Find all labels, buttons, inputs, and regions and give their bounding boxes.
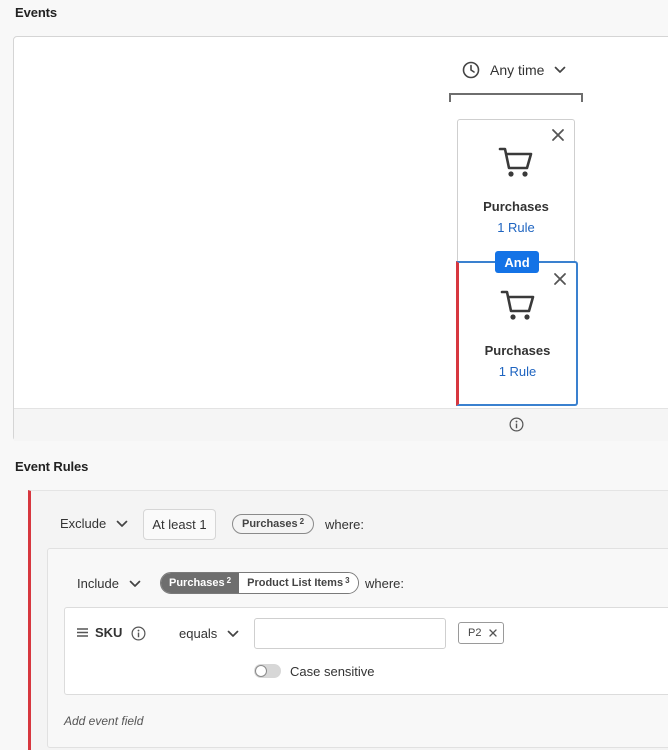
event-card-2[interactable]: Purchases 1 Rule [456,261,578,406]
where-label: where: [325,517,365,532]
close-icon[interactable] [551,128,565,142]
event-pill-badge: 2 [299,516,305,526]
segment-product-list-items[interactable]: Product List Items 3 [239,573,358,593]
add-event-field-link[interactable]: Add event field [64,714,143,728]
drag-handle-icon[interactable] [77,628,88,637]
segment-purchases[interactable]: Purchases 2 [161,573,240,593]
value-tag[interactable]: P2 [458,622,504,644]
segment-badge: 2 [226,575,232,585]
info-icon[interactable] [509,417,524,432]
segment-label: Product List Items [247,577,344,589]
case-sensitive-toggle[interactable] [254,664,281,678]
info-icon[interactable] [131,626,146,641]
event-card-name: Purchases [484,343,551,358]
time-filter-label: Any time [490,62,545,78]
field-name: SKU [95,625,123,640]
value-input[interactable] [254,618,446,649]
events-footer [14,408,668,441]
operator-label: equals [179,626,218,641]
event-pill[interactable]: Purchases 2 [232,514,315,534]
case-sensitive-label: Case sensitive [290,664,375,679]
chevron-down-icon [129,580,141,587]
segment-badge: 3 [345,575,350,585]
clock-icon [462,61,480,79]
time-filter-dropdown[interactable]: Any time [462,59,566,81]
and-connector-badge[interactable]: And [495,251,539,273]
chevron-down-icon [116,520,128,527]
event-card-name: Purchases [483,199,549,214]
exclude-dropdown[interactable]: Exclude [60,516,128,531]
operator-dropdown[interactable]: equals [179,626,239,641]
shopping-cart-icon [500,290,534,320]
chevron-down-icon [227,630,239,637]
include-label: Include [77,576,119,591]
count-selector-button[interactable]: At least 1 [143,509,216,540]
events-title: Events [15,5,58,20]
event-card-rule-link[interactable]: 1 Rule [459,364,576,379]
include-where-label: where: [365,576,405,591]
sequence-bracket [449,93,583,102]
close-icon[interactable] [489,629,498,637]
event-pill-label: Purchases [242,518,298,530]
chevron-down-icon [555,66,566,73]
segment-label: Purchases [169,577,225,589]
shopping-cart-icon [498,147,533,177]
event-segment-control[interactable]: Purchases 2 Product List Items 3 [160,572,359,594]
tag-label: P2 [468,627,482,639]
close-icon[interactable] [553,272,567,286]
event-card-1[interactable]: Purchases 1 Rule [457,119,575,264]
include-dropdown[interactable]: Include [77,576,141,591]
event-rules-title: Event Rules [15,459,89,474]
event-card-rule-link[interactable]: 1 Rule [458,220,574,235]
exclude-label: Exclude [60,516,107,531]
